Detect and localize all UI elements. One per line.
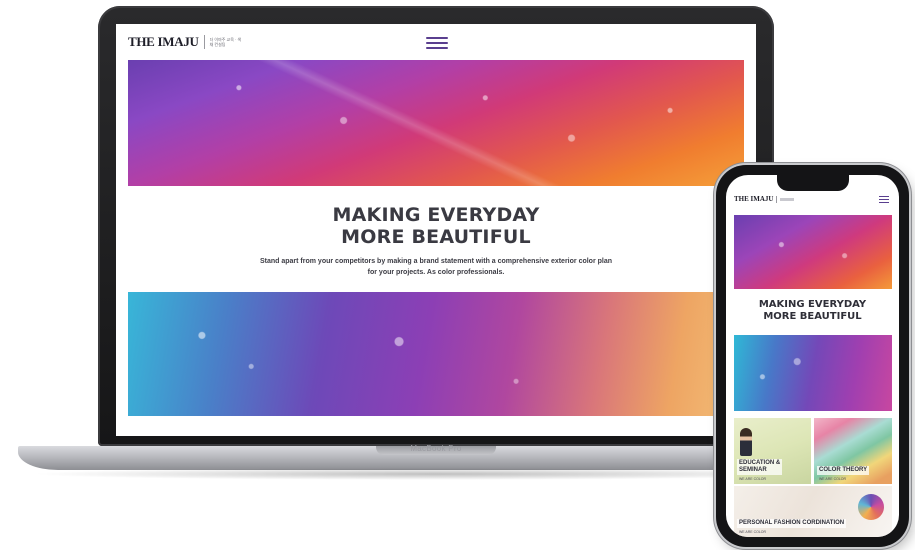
card-personal-fashion[interactable]: PERSONAL FASHION CORDINATION WE ARE COLO…: [734, 486, 892, 537]
phone-screen: THE IMAJU MAKING EVERYDAY MORE BEAUTIFUL…: [726, 175, 899, 537]
card-title: EDUCATION & SEMINAR: [737, 459, 783, 475]
card-title: COLOR THEORY: [817, 466, 870, 475]
tagline-line1: Stand apart from your competitors by mak…: [259, 258, 613, 265]
phone-notch: [777, 175, 849, 191]
card-title-line1: EDUCATION &: [739, 460, 781, 466]
logo-divider: [203, 35, 205, 49]
logo-text: THE IMAJU: [128, 34, 199, 49]
phone-hamburger-icon[interactable]: [879, 196, 889, 203]
phone-hero-image-top: [734, 215, 892, 289]
tagline-line2: for your projects. As color professional…: [367, 269, 505, 276]
laptop-screen: THE IMAJU 더 이마주 교육 · 색채 컨설팅 MAKING EVERY…: [116, 24, 756, 436]
phone-logo-text: THE IMAJU: [734, 195, 774, 203]
phone-heading-line1: MAKING EVERYDAY: [758, 299, 867, 310]
hero-heading-line2: MORE BEAUTIFUL: [341, 226, 531, 248]
phone-logo-divider: [776, 195, 778, 203]
card-education-seminar[interactable]: EDUCATION & SEMINAR WE ARE COLOR: [734, 418, 811, 484]
hero-image-top: [128, 60, 744, 186]
hero-tagline: Stand apart from your competitors by mak…: [216, 256, 656, 278]
site-logo[interactable]: THE IMAJU 더 이마주 교육 · 색채 컨설팅: [128, 34, 242, 50]
device-label: MacBook Pro: [410, 444, 462, 453]
hero-image-bottom: [128, 292, 744, 416]
hamburger-icon[interactable]: [426, 37, 448, 49]
phone-hero-heading: MAKING EVERYDAY MORE BEAUTIFUL: [726, 299, 899, 323]
card-subtitle: WE ARE COLOR: [739, 477, 767, 481]
phone-logo[interactable]: THE IMAJU: [734, 195, 795, 203]
phone-header: THE IMAJU: [726, 189, 899, 211]
phone-heading-line2: MORE BEAUTIFUL: [763, 311, 862, 322]
card-color-theory[interactable]: COLOR THEORY WE ARE COLOR: [814, 418, 892, 484]
site-header: THE IMAJU 더 이마주 교육 · 색채 컨설팅: [116, 24, 756, 60]
logo-subtext: 더 이마주 교육 · 색채 컨설팅: [209, 37, 242, 47]
card-subtitle: WE ARE COLOR: [739, 530, 767, 534]
phone-hero-image-bottom: [734, 335, 892, 411]
card-title-line2: SEMINAR: [739, 467, 767, 473]
color-wheel-icon: [858, 494, 884, 520]
card-subtitle: WE ARE COLOR: [819, 477, 847, 481]
instructor-figure: [740, 428, 752, 456]
hero-heading: MAKING EVERYDAY MORE BEAUTIFUL: [116, 204, 756, 248]
hero-heading-line1: MAKING EVERYDAY: [332, 204, 540, 226]
phone-logo-subtext: [780, 197, 795, 201]
card-title: PERSONAL FASHION CORDINATION: [737, 519, 847, 528]
